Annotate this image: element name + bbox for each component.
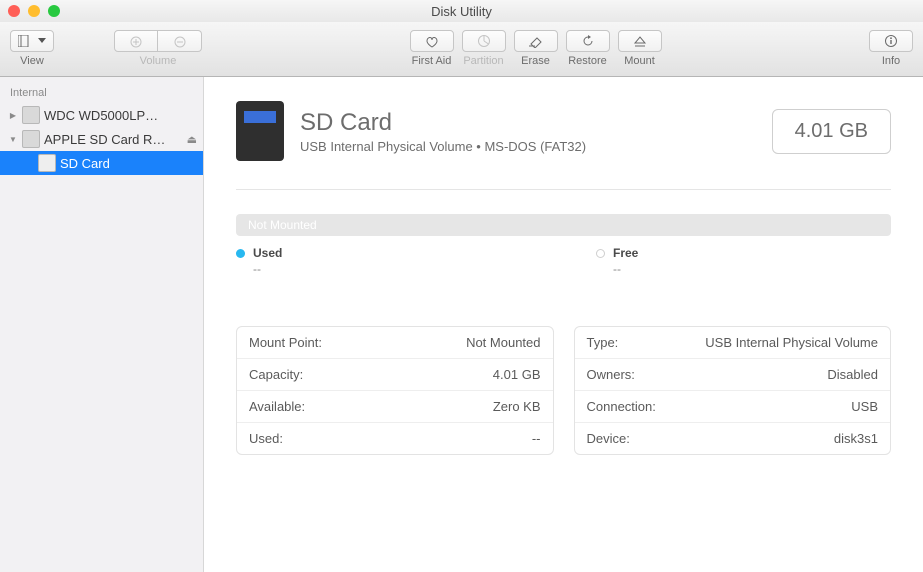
legend-used: Used bbox=[236, 246, 536, 260]
restore-label: Restore bbox=[568, 55, 607, 67]
info-value: -- bbox=[532, 431, 541, 446]
info-value: disk3s1 bbox=[834, 431, 878, 446]
partition-button[interactable] bbox=[462, 30, 506, 52]
volume-label: Volume bbox=[140, 55, 177, 67]
sidebar-item-wdc[interactable]: WDC WD5000LP… bbox=[0, 103, 203, 127]
drive-icon bbox=[22, 130, 40, 148]
volume-subtitle: USB Internal Physical Volume • MS-DOS (F… bbox=[300, 139, 586, 154]
view-label: View bbox=[20, 55, 44, 67]
content-pane: SD Card USB Internal Physical Volume • M… bbox=[204, 77, 923, 572]
sd-card-large-icon bbox=[236, 101, 284, 161]
volume-header: SD Card USB Internal Physical Volume • M… bbox=[236, 101, 891, 161]
sidebar-item-label: APPLE SD Card R… bbox=[44, 132, 183, 147]
info-col-left: Mount Point: Not Mounted Capacity: 4.01 GB… bbox=[236, 326, 554, 455]
info-row-connection: Connection: USB bbox=[575, 391, 891, 423]
legend-used-value: -- bbox=[253, 262, 536, 276]
sidebar-heading-internal: Internal bbox=[0, 83, 203, 103]
info-label: Info bbox=[882, 55, 900, 67]
info-row-device: Device: disk3s1 bbox=[575, 423, 891, 454]
info-button[interactable] bbox=[869, 30, 913, 52]
info-row-capacity: Capacity: 4.01 GB bbox=[237, 359, 553, 391]
window-title: Disk Utility bbox=[0, 4, 923, 19]
erase-button[interactable] bbox=[514, 30, 558, 52]
sidebar-item-sd-card[interactable]: SD Card bbox=[0, 151, 203, 175]
toolbar: View Volume First Aid Partition bbox=[0, 22, 923, 77]
info-key: Device: bbox=[587, 431, 630, 446]
restore-button[interactable] bbox=[566, 30, 610, 52]
info-row-used: Used: -- bbox=[237, 423, 553, 454]
info-row-mount-point: Mount Point: Not Mounted bbox=[237, 327, 553, 359]
main-split: Internal WDC WD5000LP… APPLE SD Card R… … bbox=[0, 77, 923, 572]
info-key: Owners: bbox=[587, 367, 635, 382]
used-dot-icon bbox=[236, 249, 245, 258]
sidebar-item-label: WDC WD5000LP… bbox=[44, 108, 158, 123]
volume-remove-button[interactable] bbox=[158, 30, 202, 52]
close-window-button[interactable] bbox=[8, 5, 20, 17]
info-value: Zero KB bbox=[493, 399, 541, 414]
free-dot-icon bbox=[596, 249, 605, 258]
zoom-window-button[interactable] bbox=[48, 5, 60, 17]
mount-status-bar: Not Mounted bbox=[236, 214, 891, 236]
disclosure-triangle-icon[interactable] bbox=[8, 110, 18, 120]
info-value: Not Mounted bbox=[466, 335, 540, 350]
volume-segment bbox=[114, 30, 202, 52]
view-popup-button[interactable] bbox=[10, 30, 54, 52]
sidebar-item-apple-sd-reader[interactable]: APPLE SD Card R… ⏏ bbox=[0, 127, 203, 151]
divider bbox=[236, 189, 891, 190]
info-value: 4.01 GB bbox=[493, 367, 541, 382]
volume-size: 4.01 GB bbox=[772, 109, 891, 154]
disclosure-triangle-icon[interactable] bbox=[8, 134, 18, 144]
volume-add-button[interactable] bbox=[114, 30, 158, 52]
info-key: Available: bbox=[249, 399, 305, 414]
sd-card-icon bbox=[38, 154, 56, 172]
mount-status-text: Not Mounted bbox=[248, 218, 317, 232]
sidebar: Internal WDC WD5000LP… APPLE SD Card R… … bbox=[0, 77, 204, 572]
first-aid-button[interactable] bbox=[410, 30, 454, 52]
titlebar: Disk Utility bbox=[0, 0, 923, 22]
info-row-owners: Owners: Disabled bbox=[575, 359, 891, 391]
legend-free-value: -- bbox=[613, 262, 896, 276]
info-key: Used: bbox=[249, 431, 283, 446]
legend-free: Free bbox=[596, 246, 896, 260]
partition-label: Partition bbox=[463, 55, 503, 67]
info-value: Disabled bbox=[827, 367, 878, 382]
info-row-type: Type: USB Internal Physical Volume bbox=[575, 327, 891, 359]
volume-name: SD Card bbox=[300, 109, 586, 137]
legend-free-label: Free bbox=[613, 246, 638, 260]
info-col-right: Type: USB Internal Physical Volume Owners… bbox=[574, 326, 892, 455]
info-value: USB Internal Physical Volume bbox=[705, 335, 878, 350]
sidebar-item-label: SD Card bbox=[60, 156, 110, 171]
info-key: Type: bbox=[587, 335, 619, 350]
info-key: Connection: bbox=[587, 399, 656, 414]
info-key: Capacity: bbox=[249, 367, 303, 382]
mount-label: Mount bbox=[624, 55, 655, 67]
erase-label: Erase bbox=[521, 55, 550, 67]
eject-icon[interactable]: ⏏ bbox=[187, 133, 197, 146]
info-table: Mount Point: Not Mounted Capacity: 4.01 GB… bbox=[236, 326, 891, 455]
chevron-down-icon bbox=[38, 38, 46, 43]
legend-used-label: Used bbox=[253, 246, 282, 260]
mount-button[interactable] bbox=[618, 30, 662, 52]
info-value: USB bbox=[851, 399, 878, 414]
window-controls bbox=[8, 5, 60, 17]
info-key: Mount Point: bbox=[249, 335, 322, 350]
first-aid-label: First Aid bbox=[412, 55, 452, 67]
info-row-available: Available: Zero KB bbox=[237, 391, 553, 423]
hard-drive-icon bbox=[22, 106, 40, 124]
minimize-window-button[interactable] bbox=[28, 5, 40, 17]
usage-legend: Used -- Free -- bbox=[236, 246, 891, 276]
